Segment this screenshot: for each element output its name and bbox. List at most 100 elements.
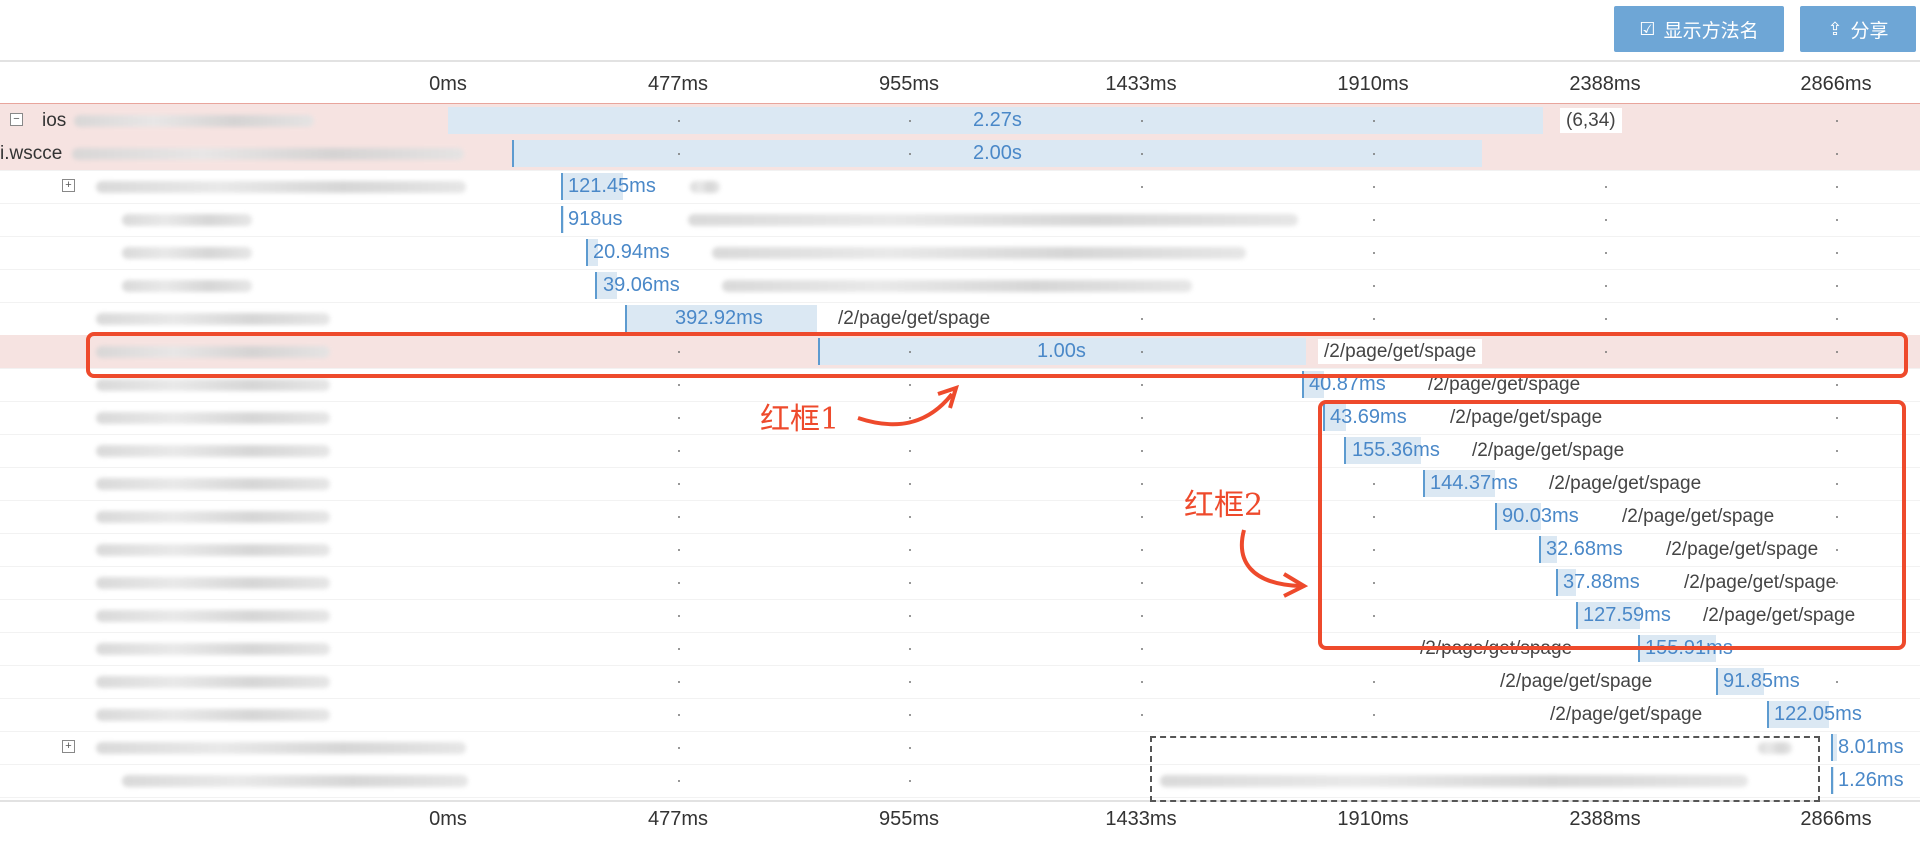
share-button[interactable]: ⇪ 分享 xyxy=(1800,6,1916,52)
grid-dot xyxy=(678,648,680,650)
grid-dot xyxy=(1141,186,1143,188)
share-label: 分享 xyxy=(1850,20,1889,42)
redacted-text xyxy=(96,445,330,457)
grid-dot xyxy=(1373,219,1375,221)
axis-tick: 1433ms xyxy=(1105,73,1177,95)
trace-row[interactable]: + 121.45ms xyxy=(0,170,1920,204)
grid-dot xyxy=(678,714,680,716)
span-duration: 8.01ms xyxy=(1838,736,1904,758)
axis-tick: 2866ms xyxy=(1800,73,1872,95)
span-bar[interactable] xyxy=(1831,734,1837,761)
span-bar[interactable] xyxy=(1831,767,1834,794)
expand-icon[interactable]: + xyxy=(62,179,75,192)
axis-tick: 0ms xyxy=(429,73,467,95)
axis-tick: 2866ms xyxy=(1800,808,1872,830)
grid-dot xyxy=(678,549,680,551)
axis-tick: 1433ms xyxy=(1105,808,1177,830)
grid-dot xyxy=(909,615,911,617)
time-axis-bottom: 0ms 477ms 955ms 1433ms 1910ms 2388ms 286… xyxy=(0,808,1920,838)
axis-tick: 0ms xyxy=(429,808,467,830)
grid-dot xyxy=(678,516,680,518)
redacted-text xyxy=(712,247,1246,259)
grid-dot xyxy=(1836,384,1838,386)
redacted-text xyxy=(722,280,1192,292)
axis-tick: 2388ms xyxy=(1569,808,1641,830)
grid-dot xyxy=(1373,120,1375,122)
show-method-name-button[interactable]: ☑ 显示方法名 xyxy=(1614,6,1784,52)
grid-dot xyxy=(909,780,911,782)
span-duration: 20.94ms xyxy=(593,241,670,263)
trace-row[interactable]: 20.94ms xyxy=(0,236,1920,270)
trace-row[interactable]: 392.92ms /2/page/get/spage xyxy=(0,302,1920,336)
grid-dot xyxy=(909,417,911,419)
grid-dot xyxy=(1373,153,1375,155)
redacted-text xyxy=(96,511,330,523)
checkbox-icon: ☑ xyxy=(1639,18,1656,39)
redacted-text xyxy=(122,280,252,292)
redacted-text xyxy=(96,379,330,391)
trace-row[interactable]: 39.06ms xyxy=(0,269,1920,303)
grid-dot xyxy=(1605,186,1607,188)
grid-dot xyxy=(909,153,911,155)
grid-dot xyxy=(1141,153,1143,155)
highlight-box-1 xyxy=(86,332,1908,378)
span-bar[interactable] xyxy=(561,206,564,233)
redacted-text xyxy=(96,610,330,622)
grid-dot xyxy=(1141,582,1143,584)
redacted-text xyxy=(72,148,464,160)
grid-dot xyxy=(909,450,911,452)
show-method-name-label: 显示方法名 xyxy=(1663,20,1759,42)
trace-row[interactable]: i.wscce 2.00s xyxy=(0,137,1920,171)
grid-dot xyxy=(1836,285,1838,287)
grid-dot xyxy=(1836,120,1838,122)
grid-dot xyxy=(678,153,680,155)
span-path: (6,34) xyxy=(1560,108,1622,133)
span-path: /2/page/get/spage xyxy=(1550,704,1703,725)
redacted-text xyxy=(96,544,330,556)
time-axis-top: 0ms 477ms 955ms 1433ms 1910ms 2388ms 286… xyxy=(0,73,1920,103)
trace-row[interactable]: /2/page/get/spage 122.05ms xyxy=(0,698,1920,732)
axis-tick: 477ms xyxy=(647,808,709,830)
redacted-text xyxy=(74,115,314,127)
redacted-text xyxy=(96,577,330,589)
span-duration: 2.00s xyxy=(973,142,1022,164)
redacted-text xyxy=(122,214,252,226)
grid-dot xyxy=(1605,219,1607,221)
axis-tick: 1910ms xyxy=(1337,73,1409,95)
span-duration: 39.06ms xyxy=(603,274,680,296)
service-name: ios xyxy=(42,110,67,131)
redacted-text xyxy=(96,412,330,424)
trace-row[interactable]: 918us xyxy=(0,203,1920,237)
grid-dot xyxy=(909,747,911,749)
redacted-text xyxy=(96,181,466,193)
grid-dot xyxy=(909,714,911,716)
redacted-text xyxy=(96,676,330,688)
grid-dot xyxy=(1836,681,1838,683)
grid-dot xyxy=(678,450,680,452)
redacted-text xyxy=(122,775,468,787)
grid-dot xyxy=(909,384,911,386)
grid-dot xyxy=(1836,153,1838,155)
trace-row[interactable]: /2/page/get/spage 91.85ms xyxy=(0,665,1920,699)
expand-icon[interactable]: + xyxy=(62,740,75,753)
span-path: /2/page/get/spage xyxy=(838,308,991,329)
grid-dot xyxy=(1605,252,1607,254)
grid-dot xyxy=(678,615,680,617)
grid-dot xyxy=(1141,120,1143,122)
grid-dot xyxy=(1836,318,1838,320)
service-name: i.wscce xyxy=(0,143,63,164)
redacted-text xyxy=(96,478,330,490)
span-duration: 392.92ms xyxy=(675,307,763,329)
grid-dot xyxy=(1141,681,1143,683)
grid-dot xyxy=(909,648,911,650)
grid-dot xyxy=(909,582,911,584)
span-path: /2/page/get/spage xyxy=(1500,671,1653,692)
collapse-icon[interactable]: − xyxy=(10,113,23,126)
redacted-text xyxy=(96,643,330,655)
highlight-box-2 xyxy=(1318,400,1906,650)
redacted-text xyxy=(688,214,1298,226)
axis-tick: 1910ms xyxy=(1337,808,1409,830)
toolbar: ☑ 显示方法名 ⇪ 分享 xyxy=(0,0,1920,62)
grid-dot xyxy=(1141,384,1143,386)
trace-row[interactable]: − ios 2.27s (6,34) xyxy=(0,103,1920,139)
